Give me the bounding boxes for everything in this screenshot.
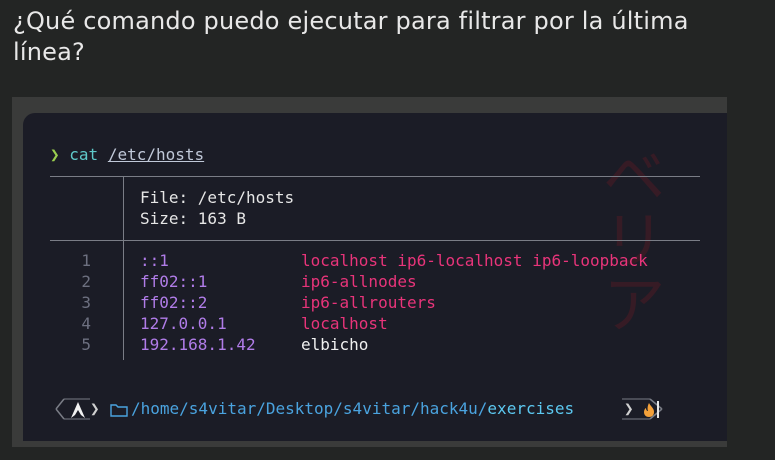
- gutter-divider: [123, 240, 124, 360]
- line-number: 3: [81, 293, 91, 312]
- background-watermark: ベリア: [591, 143, 665, 335]
- arch-linux-icon: [70, 398, 86, 420]
- line-number: 4: [81, 314, 91, 333]
- chevron-right-icon: ❯: [624, 399, 634, 418]
- command-program: cat: [69, 145, 99, 164]
- hostnames: ip6-allrouters: [301, 293, 436, 312]
- table-top-rule: [50, 176, 700, 177]
- hostnames: localhost: [301, 314, 388, 333]
- ip-address: 127.0.0.1: [140, 314, 227, 333]
- command-line: ❯ cat /etc/hosts: [50, 144, 204, 166]
- ip-address: ff02::1: [140, 272, 208, 291]
- ip-address: 192.168.1.42: [140, 335, 256, 354]
- current-path: /home/s4vitar/Desktop/s4vitar/hack4u/exe…: [131, 398, 574, 420]
- prompt-statusbar: ❯ /home/s4vitar/Desktop/s4vitar/hack4u/e…: [50, 398, 663, 420]
- file-header: File: /etc/hosts Size: 163 B: [140, 187, 294, 229]
- terminal-window[interactable]: ベリア ❯ cat /etc/hosts File: /etc/hosts Siz…: [23, 113, 727, 441]
- file-name-line: File: /etc/hosts: [140, 188, 295, 207]
- text-cursor[interactable]: [657, 401, 659, 418]
- path-current-dir: exercises: [487, 399, 575, 418]
- command-argument: /etc/hosts: [107, 145, 205, 164]
- path-prefix: /home/s4vitar/Desktop/s4vitar/hack4u/: [131, 399, 488, 418]
- hostnames: ip6-allnodes: [301, 272, 417, 291]
- table-mid-rule: [50, 240, 700, 241]
- file-size-line: Size: 163 B: [140, 209, 246, 228]
- line-number: 1: [81, 251, 91, 270]
- prompt-arrow-icon: ❯: [50, 145, 60, 164]
- ip-address: ff02::2: [140, 293, 208, 312]
- question-title: ¿Qué comando puedo ejecutar para filtrar…: [13, 7, 689, 66]
- ip-address: ::1: [140, 251, 169, 270]
- hostnames: elbicho: [301, 335, 369, 354]
- line-number: 5: [81, 335, 91, 354]
- chevron-right-icon: ❯: [90, 399, 100, 418]
- hostnames: localhost ip6-localhost ip6-loopback: [301, 251, 648, 270]
- folder-icon: [110, 398, 128, 420]
- line-number: 2: [81, 272, 91, 291]
- fire-icon: [642, 398, 656, 420]
- header-divider: [123, 176, 124, 240]
